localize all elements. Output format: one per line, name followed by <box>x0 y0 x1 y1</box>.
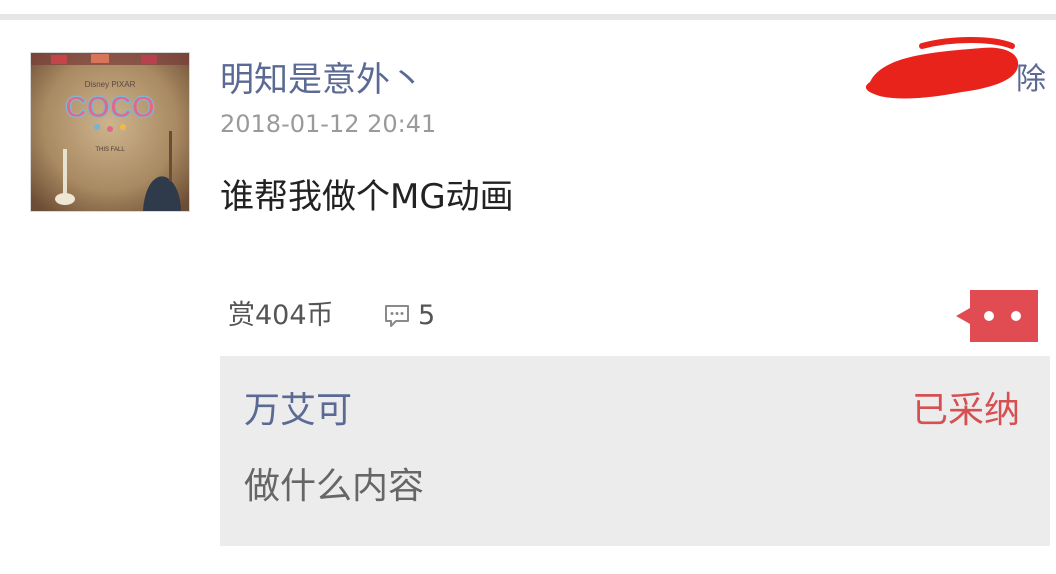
avatar-title-text: COCO <box>65 91 155 124</box>
post-timestamp: 2018-01-12 20:41 <box>220 110 437 138</box>
redaction-scribble <box>865 37 1019 99</box>
more-options-button[interactable] <box>956 290 1038 342</box>
avatar-brand-text: Disney PIXAR <box>85 80 136 89</box>
reply-box[interactable]: 万艾可 已采纳 做什么内容 <box>220 356 1050 546</box>
more-dot-icon <box>1011 311 1021 321</box>
accepted-badge: 已采纳 <box>911 390 1020 431</box>
top-divider <box>0 14 1056 20</box>
comment-count: 5 <box>418 300 436 331</box>
reward-amount: 赏404币 <box>228 300 334 331</box>
comment-bubble-icon <box>385 305 409 327</box>
post-text: 谁帮我做个MG动画 <box>220 177 514 217</box>
reply-author[interactable]: 万艾可 <box>244 388 352 434</box>
more-dot-icon <box>984 311 994 321</box>
avatar-image: Disney PIXAR COCO THIS FALL <box>31 53 189 211</box>
reply-text: 做什么内容 <box>244 466 425 507</box>
comment-stat[interactable]: 5 <box>384 296 435 336</box>
avatar[interactable]: Disney PIXAR COCO THIS FALL <box>30 52 190 212</box>
post-username[interactable]: 明知是意外丶 <box>220 58 424 102</box>
avatar-subtitle-text: THIS FALL <box>95 147 125 153</box>
